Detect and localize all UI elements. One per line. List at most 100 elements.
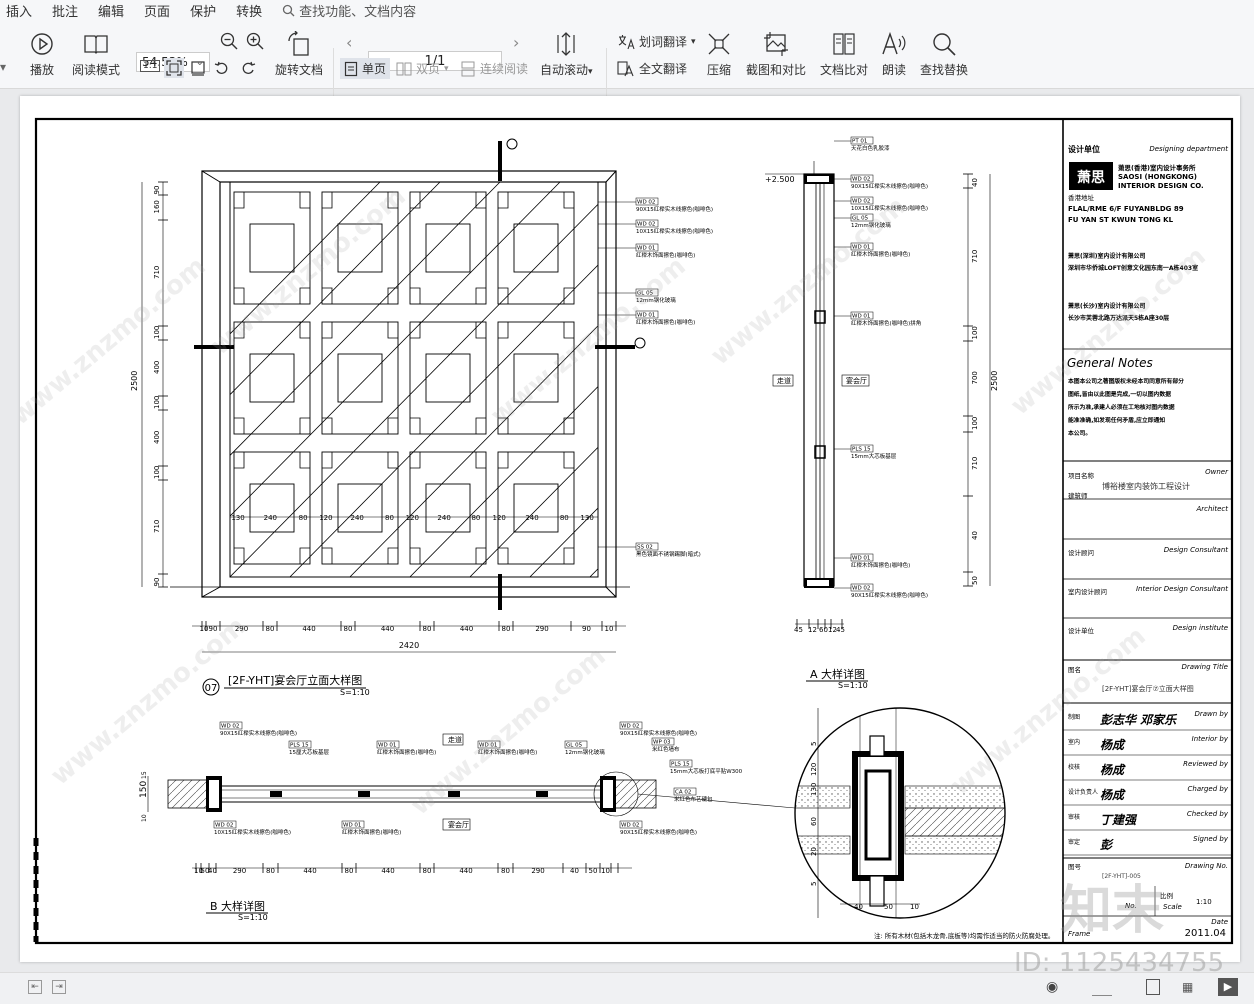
double-page-button[interactable]: 双页 ▾ — [396, 60, 449, 77]
fit-page-button[interactable] — [164, 58, 184, 78]
a-dim-label: 50 — [971, 576, 979, 585]
rotate-doc-button[interactable]: 旋转文档 — [275, 30, 323, 78]
b-label-code: WD 02 — [215, 823, 233, 829]
owner-label: 项目名称 — [1068, 471, 1095, 480]
b-label-text: 红榉木饰面擦色(咖啡色) — [342, 828, 401, 836]
company-en2: INTERIOR DESIGN CO. — [1118, 182, 1204, 190]
zoom-out-icon — [220, 32, 238, 50]
read-aloud-button[interactable]: 朗读 — [880, 30, 908, 78]
toolbar-divider — [333, 48, 334, 96]
drawing-no-en: Drawing No. — [1185, 862, 1228, 870]
view-mode-icon[interactable] — [1092, 981, 1112, 996]
find-replace-button[interactable]: 查找替换 — [920, 30, 968, 78]
screenshot-compare-button[interactable]: 截图和对比 — [746, 30, 806, 78]
next-page-button[interactable]: › — [513, 33, 519, 52]
a-bottom-dimensions: 45 12 60 12 45 — [794, 619, 845, 634]
a-label-code: PLS 15 — [852, 447, 871, 453]
last-page-icon[interactable]: ⇥ — [52, 980, 66, 994]
detail-dim-label: 20 — [810, 847, 818, 856]
drawing-title-en: Drawing Title — [1181, 663, 1228, 671]
main-left-dimensions: 90 160 710 100 400 100 400 100 710 90 2500 — [130, 181, 168, 588]
drawing-no-label: 图号 — [1068, 863, 1082, 871]
b-label-text: 10X15红榉实木线擦色(咖啡色) — [214, 828, 291, 836]
dim-label: 100 — [153, 466, 161, 479]
eye-protect-icon[interactable]: ◉ — [1046, 979, 1058, 995]
play-button[interactable]: 播放 — [30, 30, 54, 78]
menu-page[interactable]: 页面 — [138, 1, 184, 20]
menu-comment[interactable]: 批注 — [46, 1, 92, 20]
a-dim-label: 40 — [971, 531, 979, 540]
total-width-label: 2420 — [399, 641, 419, 650]
a-label-text: 90X15红榉实木线擦色(咖啡色) — [851, 182, 928, 190]
dim-label: 440 — [302, 625, 315, 633]
menu-protect[interactable]: 保护 — [184, 1, 230, 20]
dim-label: 290 — [535, 625, 548, 633]
watermark-site-6: www.znzmo.com — [405, 641, 611, 821]
compress-button[interactable]: 压缩 — [706, 30, 732, 78]
main-label-text: 黑色镜面不锈钢踢脚(暗式) — [636, 550, 701, 558]
first-page-icon[interactable]: ⇤ — [28, 980, 42, 994]
play-slide-icon[interactable]: ▶ — [1218, 978, 1238, 996]
watermark-site-4: www.znzmo.com — [705, 191, 911, 371]
a-dim-label: 100 — [971, 417, 979, 430]
lattice-cell — [497, 191, 575, 305]
fit-width-button[interactable] — [190, 60, 206, 76]
sig-row-label: 审核 — [1068, 813, 1080, 821]
doc-compare-button[interactable]: 文档比对 — [820, 30, 868, 78]
b-label-text: 米红色墙布 — [652, 745, 680, 753]
menu-edit[interactable]: 编辑 — [92, 1, 138, 20]
status-bar: ⇤ ⇥ ◉ ▦ ▶ — [0, 972, 1254, 1004]
zoom-in-button[interactable] — [246, 32, 264, 50]
single-page-button[interactable]: 单页 — [340, 58, 391, 79]
dim-label: 160 — [153, 200, 161, 213]
actual-size-button[interactable]: 1:1 — [140, 60, 161, 72]
watermark-site-5: www.znzmo.com — [45, 611, 251, 791]
auto-scroll-button[interactable]: 自动滚动▾ — [540, 30, 593, 78]
project-name: 博裕楼室内装饰工程设计 — [1102, 481, 1190, 491]
institute-label: 设计单位 — [1068, 626, 1095, 635]
read-mode-button[interactable]: 阅读模式 — [72, 30, 120, 78]
glass-hatch-line — [409, 385, 598, 577]
lattice-square — [337, 483, 383, 533]
search-icon — [282, 4, 295, 16]
main-elevation — [170, 138, 646, 610]
b-label-code: GL 05 — [566, 743, 583, 749]
inner-dim-label: 80 — [471, 514, 480, 522]
menu-convert[interactable]: 转换 — [230, 1, 276, 20]
b-bottom-dim-label: 80 — [423, 867, 432, 875]
fit-page-icon — [166, 60, 182, 76]
dim-label: 80 — [423, 625, 432, 633]
inner-dim-label: 240 — [437, 514, 450, 522]
main-label-code: WD 01 — [637, 246, 655, 252]
page-view-icon[interactable] — [1146, 979, 1160, 995]
menu-insert[interactable]: 插入 — [0, 1, 46, 20]
toolbar-scroll-left-icon[interactable]: ▾ — [0, 60, 6, 74]
drawing-no-value: [2F-YHT]-005 — [1102, 873, 1141, 880]
inner-dim-label: 120 — [406, 514, 419, 522]
circle-detail — [794, 707, 1006, 919]
rotate-right-button[interactable] — [240, 60, 256, 76]
a-label-text: 天花白色乳胶漆 — [851, 144, 890, 152]
main-bottom-dimensions: 10 90 290 80 440 80 440 80 440 80 290 90 102420 — [192, 621, 626, 653]
dim-label: 100 — [153, 396, 161, 409]
a-right-dimensions: 40 710 100 700 100 710 40 50 2500 — [963, 173, 999, 587]
owner-en: Owner — [1205, 468, 1229, 476]
footnote: 注: 所有木材(包括木龙骨,底板等)均需作适当的防火防腐处理。 — [874, 931, 1054, 940]
date-label: Date — [1211, 918, 1228, 926]
lattice-square — [249, 223, 295, 273]
lattice-square — [425, 483, 471, 533]
prev-page-button[interactable]: ‹ — [346, 33, 352, 52]
zoom-out-button[interactable] — [220, 32, 238, 50]
split-view-icon[interactable]: ▦ — [1182, 980, 1193, 994]
rotate-left-button[interactable] — [214, 60, 230, 76]
function-search[interactable]: 查找功能、文档内容 — [282, 1, 416, 20]
continuous-read-button[interactable]: 连续阅读 — [460, 60, 528, 77]
full-translate-button[interactable]: 全文翻译 — [617, 60, 687, 77]
a-total-height: 2500 — [990, 371, 999, 391]
dim-label: 400 — [153, 431, 161, 444]
sig-row-en: Reviewed by — [1183, 760, 1229, 768]
note-line: 图纸,皆由以此图是完成,一切以图内数据 — [1068, 390, 1171, 398]
word-translate-button[interactable]: 划词翻译 ▾ — [617, 33, 696, 50]
lattice-square — [513, 483, 559, 533]
sig-row-label: 制图 — [1068, 713, 1080, 721]
